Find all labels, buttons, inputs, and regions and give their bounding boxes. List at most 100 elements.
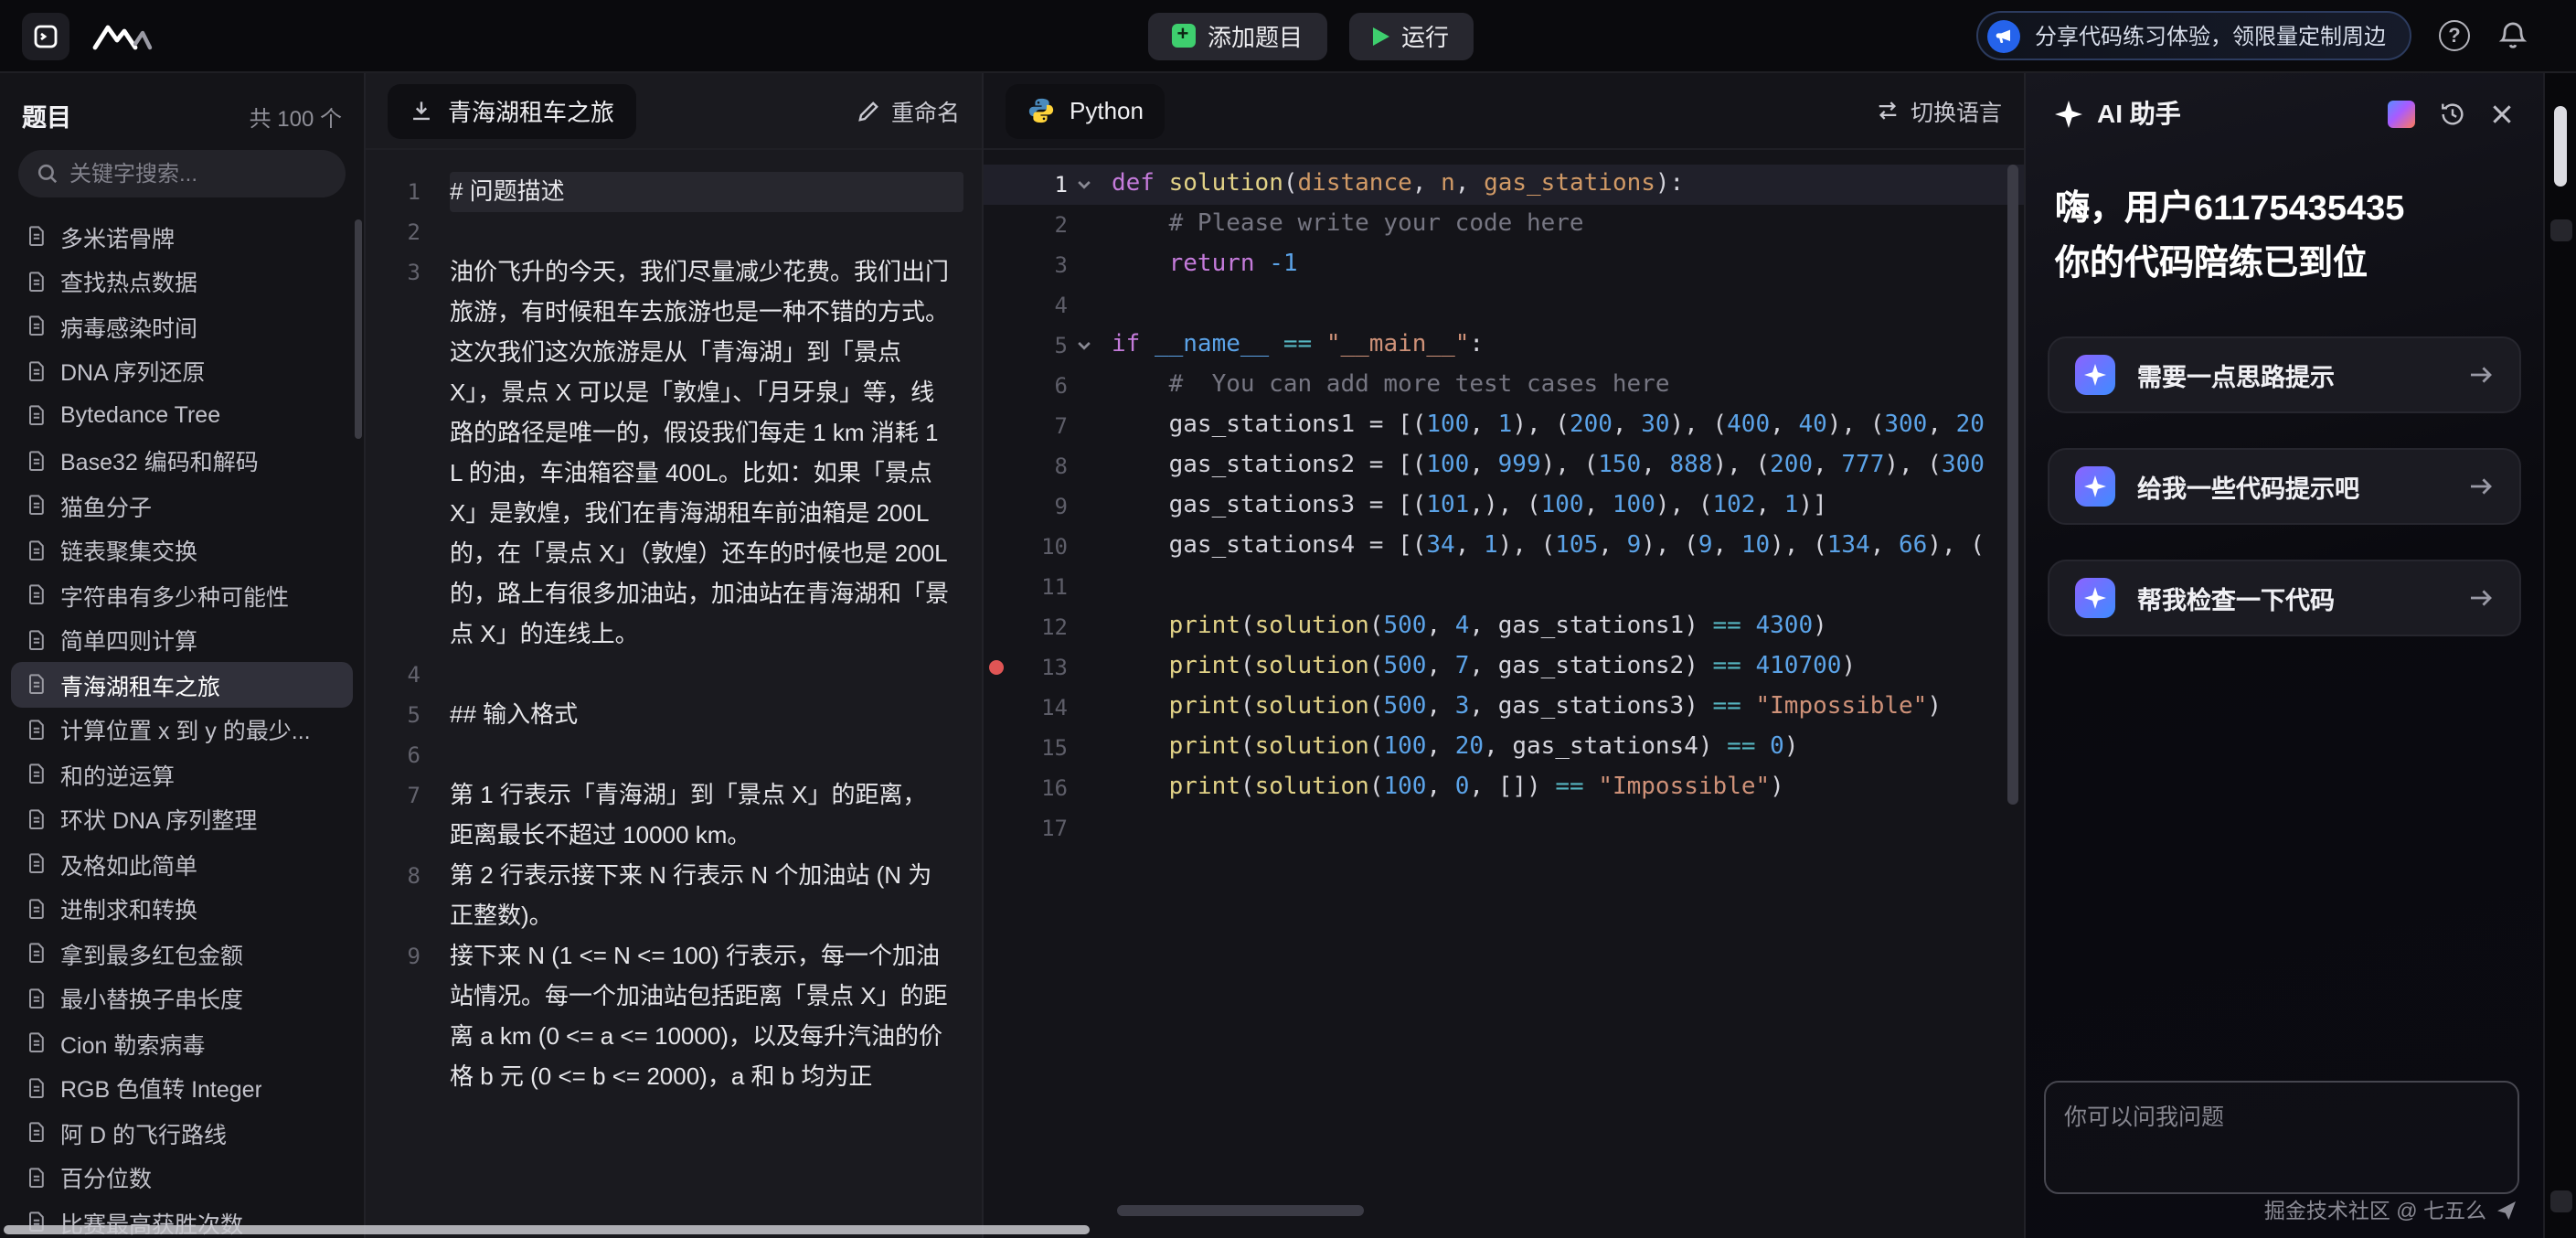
fold-gutter[interactable] — [1068, 205, 1101, 245]
code-line[interactable]: 9 gas_stations3 = [(101,), (100, 100), (… — [984, 486, 2024, 527]
code-line-text[interactable] — [1112, 285, 2024, 326]
code-line-text[interactable] — [1112, 808, 2024, 848]
sidebar-item[interactable]: 猫鱼分子 — [11, 483, 353, 528]
ai-input-box[interactable] — [2044, 1081, 2519, 1194]
code-line[interactable]: 10 gas_stations4 = [(34, 1), (105, 9), (… — [984, 527, 2024, 567]
sidebar-item[interactable]: 青海湖租车之旅 — [11, 662, 353, 707]
sidebar-item[interactable]: Cion 勒索病毒 — [11, 1020, 353, 1065]
breakpoint-gutter[interactable] — [984, 768, 1009, 808]
fold-gutter[interactable] — [1068, 728, 1101, 768]
language-pill[interactable]: Python — [1006, 83, 1166, 138]
code-line[interactable]: 14 print(solution(500, 3, gas_stations3)… — [984, 688, 2024, 728]
code-area[interactable]: 1 def solution(distance, n, gas_stations… — [984, 150, 2024, 1238]
breakpoint-gutter[interactable] — [984, 688, 1009, 728]
rail-chat-icon[interactable] — [2550, 1190, 2572, 1212]
code-line[interactable]: 13 print(solution(500, 7, gas_stations2)… — [984, 647, 2024, 688]
code-line[interactable]: 12 print(solution(500, 4, gas_stations1)… — [984, 607, 2024, 647]
breakpoint-gutter[interactable] — [984, 808, 1009, 848]
sidebar-scrollbar[interactable] — [355, 219, 362, 439]
sidebar-item[interactable]: 环状 DNA 序列整理 — [11, 796, 353, 841]
code-line-text[interactable] — [1112, 567, 2024, 607]
fold-gutter[interactable] — [1068, 285, 1101, 326]
fold-gutter[interactable] — [1068, 446, 1101, 486]
breakpoint-gutter[interactable] — [984, 326, 1009, 366]
breakpoint-gutter[interactable] — [984, 607, 1009, 647]
code-line-text[interactable]: # You can add more test cases here — [1112, 366, 2024, 406]
code-line[interactable]: 3 return -1 — [984, 245, 2024, 285]
search-box[interactable] — [18, 150, 346, 197]
sidebar-item[interactable]: Base32 编码和解码 — [11, 438, 353, 483]
breakpoint-gutter[interactable] — [984, 446, 1009, 486]
fold-gutter[interactable] — [1068, 808, 1101, 848]
code-line[interactable]: 5 if __name__ == "__main__": — [984, 326, 2024, 366]
fold-gutter[interactable] — [1068, 366, 1101, 406]
history-icon[interactable] — [2439, 100, 2466, 127]
search-input[interactable] — [69, 161, 327, 187]
breakpoint-gutter[interactable] — [984, 486, 1009, 527]
code-line[interactable]: 17 — [984, 808, 2024, 848]
sidebar-item[interactable]: 最小替换子串长度 — [11, 976, 353, 1020]
breakpoint-dot[interactable] — [989, 660, 1004, 675]
chevron-down-icon[interactable] — [1075, 176, 1093, 194]
breakpoint-gutter[interactable] — [984, 567, 1009, 607]
code-line-text[interactable]: print(solution(100, 20, gas_stations4) =… — [1112, 728, 2024, 768]
run-button[interactable]: 运行 — [1348, 12, 1473, 59]
breakpoint-gutter[interactable] — [984, 245, 1009, 285]
sidebar-item[interactable]: 查找热点数据 — [11, 259, 353, 304]
fold-gutter[interactable] — [1068, 688, 1101, 728]
code-line-text[interactable]: # Please write your code here — [1112, 205, 2024, 245]
code-line-text[interactable]: gas_stations4 = [(34, 1), (105, 9), (9, … — [1112, 527, 2024, 567]
breakpoint-gutter[interactable] — [984, 647, 1009, 688]
breakpoint-gutter[interactable] — [984, 527, 1009, 567]
code-line[interactable]: 7 gas_stations1 = [(100, 1), (200, 30), … — [984, 406, 2024, 446]
fold-gutter[interactable] — [1068, 527, 1101, 567]
app-logo[interactable] — [22, 12, 69, 59]
sidebar-item[interactable]: 阿 D 的飞行路线 — [11, 1110, 353, 1155]
code-line-text[interactable]: gas_stations1 = [(100, 1), (200, 30), (4… — [1112, 406, 2024, 446]
code-line-text[interactable]: print(solution(500, 4, gas_stations1) ==… — [1112, 607, 2024, 647]
editor-horizontal-scrollbar[interactable] — [1117, 1205, 1364, 1216]
ai-suggestion-button[interactable]: 给我一些代码提示吧 — [2048, 448, 2521, 525]
code-line-text[interactable]: return -1 — [1112, 245, 2024, 285]
code-line-text[interactable]: print(solution(100, 0, []) == "Impossibl… — [1112, 768, 2024, 808]
code-line[interactable]: 6 # You can add more test cases here — [984, 366, 2024, 406]
sidebar-item[interactable]: 及格如此简单 — [11, 841, 353, 886]
code-line-text[interactable]: gas_stations3 = [(101,), (100, 100), (10… — [1112, 486, 2024, 527]
fold-gutter[interactable] — [1068, 245, 1101, 285]
fold-gutter[interactable] — [1068, 567, 1101, 607]
brand-logo[interactable] — [91, 19, 157, 52]
code-line[interactable]: 1 def solution(distance, n, gas_stations… — [984, 165, 2024, 205]
breakpoint-gutter[interactable] — [984, 165, 1009, 205]
breakpoint-gutter[interactable] — [984, 366, 1009, 406]
theme-icon[interactable] — [2388, 100, 2415, 127]
code-line-text[interactable]: print(solution(500, 7, gas_stations2) ==… — [1112, 647, 2024, 688]
rename-button[interactable]: 重命名 — [858, 93, 960, 128]
breakpoint-gutter[interactable] — [984, 728, 1009, 768]
fold-gutter[interactable] — [1068, 607, 1101, 647]
close-icon[interactable] — [2490, 101, 2514, 125]
code-line[interactable]: 15 print(solution(100, 20, gas_stations4… — [984, 728, 2024, 768]
sidebar-item[interactable]: DNA 序列还原 — [11, 348, 353, 393]
fold-gutter[interactable] — [1068, 647, 1101, 688]
code-line-text[interactable]: if __name__ == "__main__": — [1112, 326, 2024, 366]
sidebar-item[interactable]: 字符串有多少种可能性 — [11, 572, 353, 617]
code-line[interactable]: 4 — [984, 285, 2024, 326]
fold-gutter[interactable] — [1068, 165, 1101, 205]
rail-toggle-icon[interactable] — [2550, 219, 2572, 241]
ai-suggestion-button[interactable]: 需要一点思路提示 — [2048, 336, 2521, 413]
promo-banner[interactable]: 分享代码练习体验，领限量定制周边 — [1976, 11, 2411, 60]
notifications-button[interactable] — [2497, 20, 2528, 51]
code-line-text[interactable]: def solution(distance, n, gas_stations): — [1112, 165, 2024, 205]
window-horizontal-scrollbar[interactable] — [4, 1225, 1090, 1234]
sidebar-item[interactable]: 进制求和转换 — [11, 886, 353, 931]
problem-title-pill[interactable]: 青海湖租车之旅 — [388, 83, 636, 138]
problem-content[interactable]: 1 # 问题描述 2 3 油价飞升的今天，我们尽量减少花费。我们出门旅游，有时候… — [366, 150, 982, 1238]
breakpoint-gutter[interactable] — [984, 406, 1009, 446]
editor-vertical-scrollbar[interactable] — [2007, 165, 2018, 805]
help-button[interactable] — [2439, 20, 2470, 51]
code-line[interactable]: 8 gas_stations2 = [(100, 999), (150, 888… — [984, 446, 2024, 486]
code-line[interactable]: 11 — [984, 567, 2024, 607]
ai-suggestion-button[interactable]: 帮我检查一下代码 — [2048, 560, 2521, 636]
code-line-text[interactable]: gas_stations2 = [(100, 999), (150, 888),… — [1112, 446, 2024, 486]
fold-gutter[interactable] — [1068, 406, 1101, 446]
